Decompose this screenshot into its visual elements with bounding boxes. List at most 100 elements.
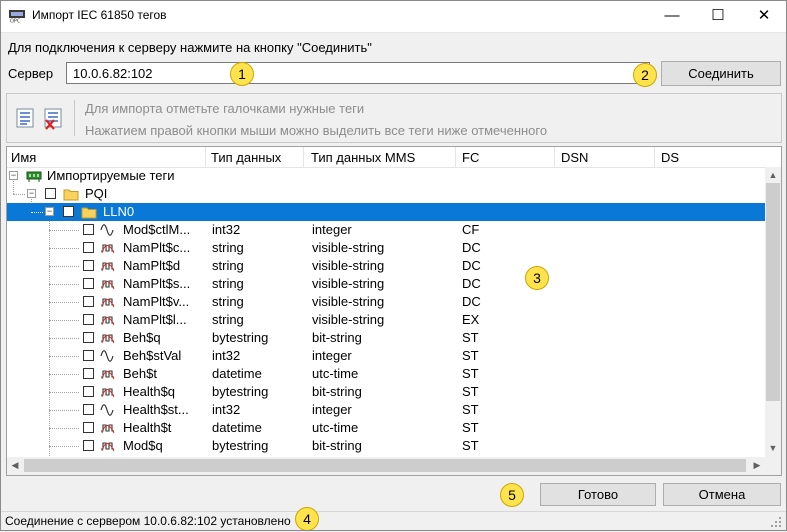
check-all-icon[interactable] (16, 108, 34, 128)
tag-fc: ST (462, 402, 479, 417)
vertical-scroll-thumb[interactable] (766, 183, 780, 401)
tag-row[interactable]: NamPlt$l... string visible-string EX (7, 311, 765, 329)
close-button[interactable]: ✕ (741, 0, 787, 32)
tree-guide (31, 212, 43, 213)
server-input[interactable] (66, 62, 650, 84)
tree-guide (49, 284, 79, 285)
tag-row[interactable]: NamPlt$s... string visible-string DC (7, 275, 765, 293)
column-header-type[interactable]: Тип данных (211, 150, 281, 165)
tree-node-row[interactable]: − LLN0 (7, 203, 207, 221)
marker-5: 5 (500, 483, 524, 507)
tag-row[interactable]: Health$q bytestring bit-string ST (7, 383, 765, 401)
tree-device-row[interactable]: − PQI (7, 185, 765, 203)
connect-button[interactable]: Соединить (661, 61, 781, 86)
tag-checkbox[interactable] (83, 404, 94, 415)
tag-mms-type: bit-string (312, 384, 362, 399)
tag-name: Health$t (123, 420, 172, 435)
column-header-ds[interactable]: DS (661, 150, 679, 165)
scroll-down-arrow-icon[interactable]: ▼ (765, 443, 781, 453)
tree-root-row[interactable]: − Импортируемые теги (7, 167, 765, 185)
tag-name: NamPlt$d (123, 258, 181, 273)
tag-fc: ST (462, 348, 479, 363)
maximize-button[interactable]: ☐ (695, 0, 741, 32)
tag-checkbox[interactable] (83, 350, 94, 361)
tree-node-row-selection[interactable] (207, 203, 765, 221)
tag-mms-type: visible-string (312, 294, 385, 309)
column-separator[interactable] (554, 147, 555, 167)
scroll-up-arrow-icon[interactable]: ▲ (765, 170, 781, 180)
tag-fc: CF (462, 222, 480, 237)
resize-grip-icon[interactable] (770, 516, 782, 528)
collapse-toggle[interactable]: − (9, 171, 18, 180)
column-header-mms-type[interactable]: Тип данных MMS (311, 150, 415, 165)
column-separator[interactable] (303, 147, 304, 167)
done-button[interactable]: Готово (540, 483, 656, 506)
tag-data-type: datetime (212, 420, 262, 435)
tag-checkbox[interactable] (83, 422, 94, 433)
column-separator[interactable] (654, 147, 655, 167)
square-wave-icon (101, 280, 115, 290)
horizontal-scroll-thumb[interactable] (24, 459, 746, 472)
tag-checkbox[interactable] (83, 260, 94, 271)
tag-row[interactable]: Beh$stVal int32 integer ST (7, 347, 765, 365)
tag-checkbox[interactable] (83, 242, 94, 253)
column-separator[interactable] (205, 147, 206, 167)
tag-row[interactable]: NamPlt$c... string visible-string DC (7, 239, 765, 257)
column-header-fc[interactable]: FC (462, 150, 479, 165)
collapse-toggle[interactable]: − (45, 207, 54, 216)
device-label: PQI (85, 186, 108, 201)
tag-data-type: string (212, 276, 244, 291)
marker-4: 4 (295, 507, 319, 531)
tag-checkbox[interactable] (83, 278, 94, 289)
grid-header: Имя Тип данных Тип данных MMS FC DSN DS (7, 147, 781, 168)
tag-fc: DC (462, 276, 481, 291)
tags-tree-grid[interactable]: Имя Тип данных Тип данных MMS FC DSN DS … (6, 146, 782, 476)
device-checkbox[interactable] (45, 188, 56, 199)
tag-data-type: datetime (212, 366, 262, 381)
tag-checkbox[interactable] (83, 440, 94, 451)
tag-row[interactable]: Health$st... int32 integer ST (7, 401, 765, 419)
tag-row[interactable]: Beh$t datetime utc-time ST (7, 365, 765, 383)
title-bar[interactable]: OPC Импорт IEC 61850 тегов — ☐ ✕ (0, 0, 787, 33)
tag-checkbox[interactable] (83, 314, 94, 325)
cancel-button[interactable]: Отмена (663, 483, 781, 506)
tag-row[interactable]: Mod$ctlM... int32 integer CF (7, 221, 765, 239)
tag-checkbox[interactable] (83, 332, 94, 343)
scroll-left-arrow-icon[interactable]: ◀ (7, 460, 23, 471)
connect-hint: Для подключения к серверу нажмите на кно… (8, 40, 372, 55)
tag-row[interactable]: Beh$q bytestring bit-string ST (7, 329, 765, 347)
tag-name: Beh$t (123, 366, 157, 381)
tag-fc: ST (462, 438, 479, 453)
square-wave-icon (101, 244, 115, 254)
tag-checkbox[interactable] (83, 224, 94, 235)
tag-row[interactable]: Mod$q bytestring bit-string ST (7, 437, 765, 455)
node-label: LLN0 (103, 204, 135, 219)
tag-checkbox[interactable] (83, 368, 94, 379)
node-checkbox[interactable] (63, 206, 74, 217)
tag-row[interactable]: Health$t datetime utc-time ST (7, 419, 765, 437)
tag-row[interactable]: NamPlt$d string visible-string DC (7, 257, 765, 275)
minimize-button[interactable]: — (649, 0, 695, 32)
column-header-name[interactable]: Имя (11, 150, 36, 165)
tag-checkbox[interactable] (83, 296, 94, 307)
scroll-right-arrow-icon[interactable]: ▶ (749, 460, 765, 471)
tree-guide (49, 248, 79, 249)
status-text: Соединение с сервером 10.0.6.82:102 уста… (5, 514, 291, 528)
tag-data-type: int32 (212, 402, 241, 417)
collapse-toggle[interactable]: − (27, 189, 36, 198)
toolbar-hint-2: Нажатием правой кнопки мыши можно выдели… (85, 123, 548, 138)
column-header-dsn[interactable]: DSN (561, 150, 588, 165)
tag-mms-type: bit-string (312, 330, 362, 345)
tree-guide (49, 356, 79, 357)
horizontal-scrollbar[interactable]: ◀ ▶ (7, 457, 765, 475)
square-wave-icon (101, 316, 115, 326)
vertical-scrollbar[interactable]: ▲ ▼ (765, 167, 781, 457)
tag-row[interactable]: NamPlt$v... string visible-string DC (7, 293, 765, 311)
square-wave-icon (101, 388, 115, 398)
tag-mms-type: integer (312, 222, 352, 237)
column-separator[interactable] (455, 147, 456, 167)
tag-mms-type: utc-time (312, 420, 359, 435)
tag-checkbox[interactable] (83, 386, 94, 397)
uncheck-all-icon[interactable] (43, 108, 63, 130)
marker-1: 1 (230, 62, 254, 86)
